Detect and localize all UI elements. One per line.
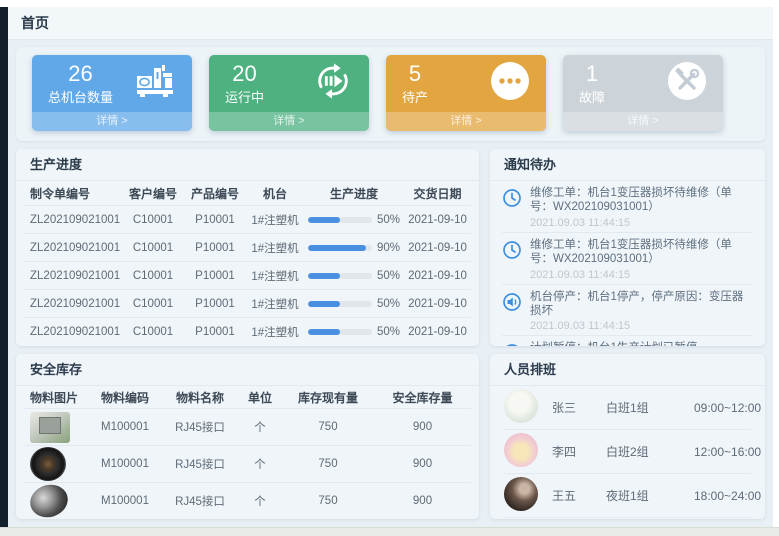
shift-time: 18:00~24:00	[694, 489, 761, 503]
table-row: M100001 RJ45接口 个 750 900	[24, 408, 471, 445]
stat-value: 20	[225, 61, 264, 86]
table-row: ZL202109021001 C10001 P10001 1#注塑机 50% 2…	[24, 289, 471, 317]
person-name: 李四	[552, 443, 606, 460]
stat-label: 总机台数量	[48, 87, 113, 106]
notifications-panel: 通知待办 维修工单：机台1变压器损坏待维修（单号：WX202109031001）	[490, 149, 765, 346]
notification-item[interactable]: 维修工单：机台1变压器损坏待维修（单号：WX202109031001） 2021…	[502, 233, 753, 285]
progress-bar: 50%	[304, 214, 404, 226]
ellipsis-icon	[489, 60, 531, 107]
cycle-icon	[312, 60, 354, 107]
avatar	[504, 389, 538, 423]
schedule-row: 张三 白班1组 09:00~12:00	[504, 386, 751, 430]
shift-label: 白班2组	[606, 443, 694, 460]
shift-time: 09:00~12:00	[694, 401, 761, 415]
stat-cards-panel: 26 总机台数量	[16, 47, 765, 141]
table-header-row: 物料图片 物料编码 物料名称 单位 库存现有量 安全库存量	[24, 386, 471, 408]
person-name: 张三	[552, 399, 606, 416]
clock-icon	[502, 240, 522, 260]
stat-card-total-machines[interactable]: 26 总机台数量	[32, 55, 192, 131]
main-area: 首页 26 总机台数量	[8, 7, 773, 527]
progress-bar: 50%	[304, 270, 404, 282]
notification-time: 2021.09.03 11:44:15	[530, 217, 753, 229]
page-title: 首页	[21, 13, 49, 33]
table-row: M100001 RJ45接口 个 750 900	[24, 445, 471, 482]
schedule-row: 李四 白班2组 12:00~16:00	[504, 430, 751, 474]
notification-text: 计划暂停：机台1生产计划已暂停	[530, 341, 697, 346]
schedule-row: 王五 夜班1组 18:00~24:00	[504, 474, 751, 518]
schedule-list: 张三 白班1组 09:00~12:00 李四 白班2组 12:00~16:00	[490, 386, 765, 518]
inventory-panel: 安全库存 物料图片 物料编码 物料名称 单位 库存现有量 安全库存量 M	[16, 354, 479, 519]
notification-list: 维修工单：机台1变压器损坏待维修（单号：WX202109031001） 2021…	[490, 181, 765, 346]
notification-time: 2021.09.03 11:44:15	[530, 320, 753, 332]
notification-time: 2021.09.03 11:44:15	[530, 269, 753, 281]
shift-label: 夜班1组	[606, 487, 694, 504]
shift-label: 白班1组	[606, 399, 694, 416]
panel-title: 通知待办	[490, 149, 765, 181]
card-body: 20 运行中	[209, 55, 369, 112]
panel-title: 人员排班	[490, 354, 765, 386]
sidebar-edge	[0, 7, 8, 527]
notification-item[interactable]: 计划暂停：机台1生产计划已暂停 2021.09.03 11:44:15	[502, 336, 753, 346]
avatar	[504, 433, 538, 467]
notification-text: 维修工单：机台1变压器损坏待维修（单号：WX202109031001）	[530, 186, 753, 215]
speaker-icon	[502, 292, 522, 312]
table-row: ZL202109021001 C10001 P10001 1#注塑机 90% 2…	[24, 233, 471, 261]
stat-card-waiting[interactable]: 5 待产 详情 >	[386, 55, 546, 131]
progress-bar: 90%	[304, 242, 404, 254]
round-speaker-image	[30, 447, 66, 481]
production-table: 制令单编号 客户编号 产品编号 机台 生产进度 交货日期 ZL202109021…	[16, 181, 479, 345]
card-body: 1 故障	[563, 55, 723, 112]
rj45-image	[30, 412, 70, 443]
horizontal-scrollbar-track[interactable]	[0, 527, 779, 536]
speaker-icon	[502, 343, 522, 346]
stat-label: 待产	[402, 87, 428, 106]
stat-value: 5	[402, 61, 428, 86]
detail-link[interactable]: 详情 >	[563, 112, 723, 131]
notification-item[interactable]: 维修工单：机台1变压器损坏待维修（单号：WX202109031001） 2021…	[502, 181, 753, 233]
page-header: 首页	[8, 7, 773, 40]
panel-title: 安全库存	[16, 354, 479, 386]
table-header-row: 制令单编号 客户编号 产品编号 机台 生产进度 交货日期	[24, 181, 471, 205]
dashboard-screen: 首页 26 总机台数量	[0, 0, 779, 536]
detail-link[interactable]: 详情 >	[32, 112, 192, 131]
cone-speaker-image	[26, 480, 72, 519]
card-body: 5 待产	[386, 55, 546, 112]
table-row: ZL202109021001 C10001 P10001 1#注塑机 50% 2…	[24, 317, 471, 345]
stat-value: 1	[579, 61, 605, 86]
table-row: ZL202109021001 C10001 P10001 1#注塑机 50% 2…	[24, 261, 471, 289]
panel-title: 生产进度	[16, 149, 479, 181]
stat-label: 故障	[579, 87, 605, 106]
stat-card-fault[interactable]: 1 故障	[563, 55, 723, 131]
content-area: 26 总机台数量	[8, 40, 773, 519]
stat-value: 26	[48, 61, 113, 86]
avatar	[504, 477, 538, 511]
stat-card-running[interactable]: 20 运行中	[209, 55, 369, 131]
machine-icon	[135, 63, 177, 104]
schedule-panel: 人员排班 张三 白班1组 09:00~12:00 李四 白班2组 1	[490, 354, 765, 519]
table-row: M100001 RJ45接口 个 750 900	[24, 482, 471, 519]
card-body: 26 总机台数量	[32, 55, 192, 112]
stat-label: 运行中	[225, 87, 264, 106]
inventory-table: 物料图片 物料编码 物料名称 单位 库存现有量 安全库存量 M100001 RJ…	[16, 386, 479, 519]
clock-icon	[502, 188, 522, 208]
shift-time: 12:00~16:00	[694, 445, 761, 459]
notification-item[interactable]: 机台停产：机台1停产，停产原因：变压器损坏 2021.09.03 11:44:1…	[502, 285, 753, 337]
progress-bar: 50%	[304, 326, 404, 338]
notification-text: 机台停产：机台1停产，停产原因：变压器损坏	[530, 290, 753, 319]
table-row: ZL202109021001 C10001 P10001 1#注塑机 50% 2…	[24, 205, 471, 233]
production-panel: 生产进度 制令单编号 客户编号 产品编号 机台 生产进度 交货日期 ZL2021…	[16, 149, 479, 346]
detail-link[interactable]: 详情 >	[386, 112, 546, 131]
detail-link[interactable]: 详情 >	[209, 112, 369, 131]
progress-bar: 50%	[304, 298, 404, 310]
tools-icon	[666, 60, 708, 107]
person-name: 王五	[552, 487, 606, 504]
notification-text: 维修工单：机台1变压器损坏待维修（单号：WX202109031001）	[530, 238, 753, 267]
